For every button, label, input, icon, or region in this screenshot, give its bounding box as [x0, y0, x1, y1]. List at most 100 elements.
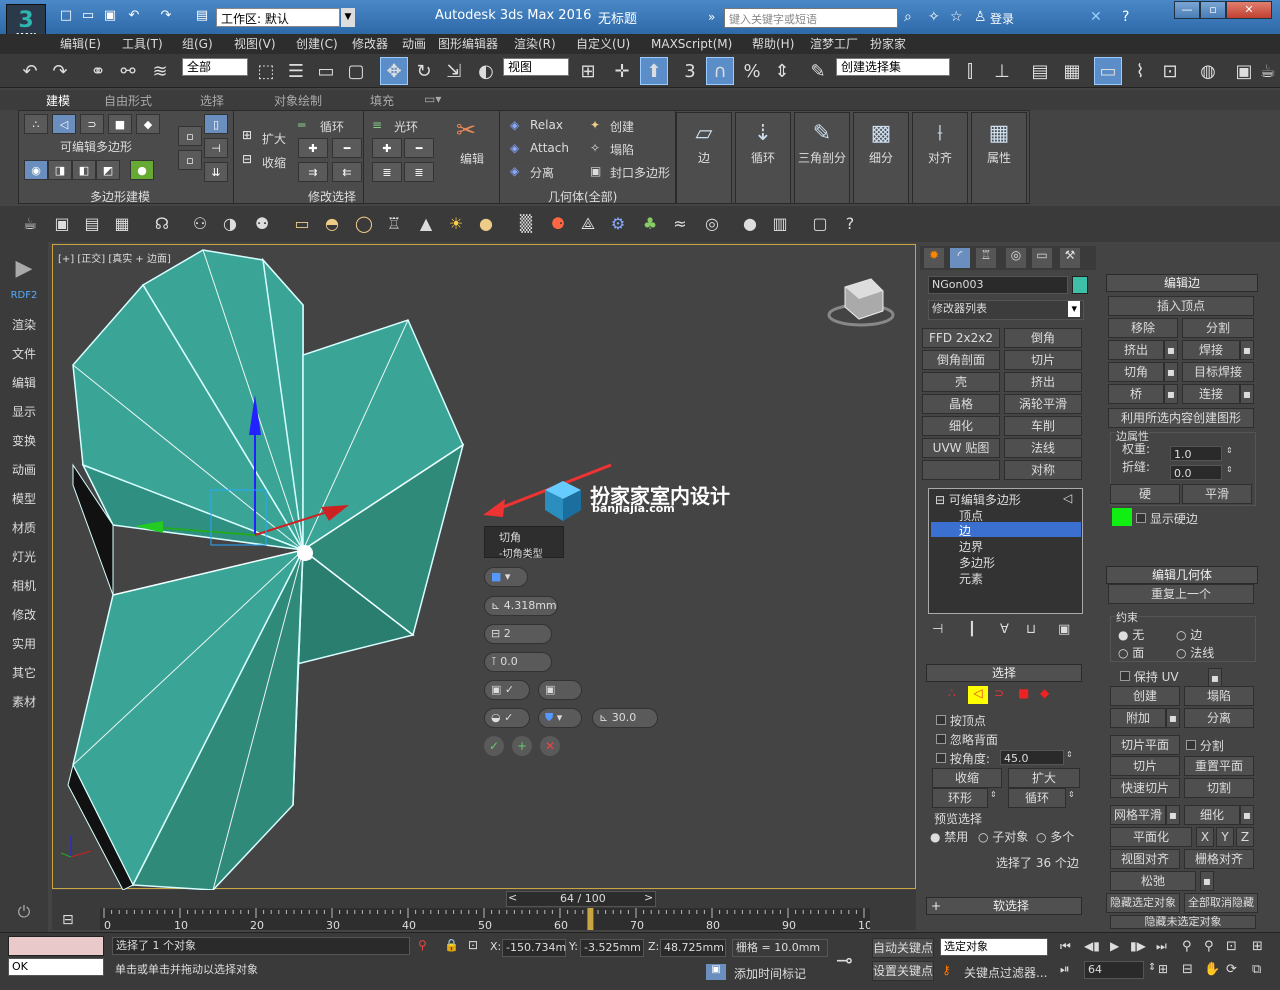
- planarize-z-button[interactable]: Z: [1236, 827, 1254, 847]
- bridge-settings-icon[interactable]: ▪: [1164, 384, 1178, 404]
- geometry-footer[interactable]: 几何体(全部): [548, 188, 617, 205]
- ring-icon[interactable]: ≡: [372, 118, 382, 132]
- time-config-icon[interactable]: ⊞: [1158, 962, 1168, 976]
- menu-item[interactable]: 动画: [402, 34, 426, 54]
- utilities-tab-icon[interactable]: ⚒: [1060, 248, 1080, 268]
- time-slider-prev-icon[interactable]: <: [508, 891, 517, 904]
- relax-settings-icon[interactable]: ▪: [1200, 871, 1214, 891]
- preserve-uv-settings-icon[interactable]: ▪: [1208, 668, 1222, 688]
- soft-selection-rollout-header[interactable]: + 软选择: [926, 897, 1082, 915]
- split-button[interactable]: 分割: [1182, 318, 1254, 338]
- slice-plane-button[interactable]: 切片平面: [1110, 735, 1180, 755]
- smooth-threshold-field[interactable]: ⊾ 30.0: [592, 708, 658, 728]
- make-unique-icon[interactable]: ∀: [1000, 622, 1009, 637]
- cancel-x-icon[interactable]: ✕: [540, 736, 560, 756]
- next-frame-icon[interactable]: ▮▶: [1130, 939, 1146, 953]
- cut-button[interactable]: 切割: [1184, 778, 1254, 798]
- constraint-normal-radio[interactable]: ○ 法线: [1176, 644, 1214, 661]
- make-unique-icon[interactable]: ◩: [96, 160, 120, 180]
- inset-toggle[interactable]: ◒ ✓: [484, 708, 530, 728]
- nav-item[interactable]: 动画: [0, 461, 48, 478]
- nav-item[interactable]: 编辑: [0, 374, 48, 391]
- ribbon-toggle-icon[interactable]: ▭: [1094, 57, 1122, 85]
- add-time-tag-button[interactable]: 添加时间标记: [734, 965, 806, 982]
- edge-sel-icon[interactable]: ◁: [968, 686, 988, 704]
- crease-input[interactable]: 0.0: [1170, 465, 1222, 480]
- grow-button[interactable]: 扩大: [1008, 768, 1080, 788]
- remove-modifier-icon[interactable]: ⊔: [1026, 622, 1036, 637]
- show-end-result-icon[interactable]: ┃: [968, 622, 976, 637]
- material-ball-icon[interactable]: ●: [738, 212, 762, 236]
- apply-plus-icon[interactable]: +: [512, 736, 532, 756]
- move-icon[interactable]: ✥: [380, 57, 408, 85]
- undo-icon[interactable]: ↶: [16, 57, 44, 85]
- detach-button[interactable]: 分离: [530, 164, 554, 181]
- dome-light-icon[interactable]: ◓: [320, 212, 344, 236]
- create-button[interactable]: 创建: [1110, 686, 1180, 706]
- user-icon[interactable]: ♙: [974, 9, 987, 25]
- chamfer-tension-field[interactable]: ⊺ 0.0: [484, 652, 552, 672]
- current-frame-marker[interactable]: [587, 908, 594, 930]
- subdivision-panel-button[interactable]: ▩ 细分: [853, 112, 909, 204]
- frame-spinner-icon[interactable]: ⇕: [1148, 962, 1156, 973]
- maximize-button[interactable]: ▫: [1200, 1, 1226, 19]
- loop-button[interactable]: 循环: [1008, 788, 1066, 808]
- poly-modeling-footer[interactable]: 多边形建模: [90, 188, 150, 205]
- view-align-button[interactable]: 视图对齐: [1110, 849, 1180, 869]
- loop-next-icon[interactable]: ⇇: [332, 162, 362, 182]
- key-mode-icon[interactable]: ⏯: [1060, 962, 1070, 977]
- planarize-button[interactable]: 平面化: [1110, 827, 1192, 847]
- nav-item[interactable]: 变换: [0, 432, 48, 449]
- edge-panel-button[interactable]: ▱ 边: [676, 112, 732, 204]
- maxscript-listener-pink[interactable]: [8, 936, 104, 956]
- relax-button[interactable]: Relax: [530, 118, 563, 132]
- frame-buffer-icon[interactable]: ▥: [768, 212, 792, 236]
- menu-item[interactable]: 创建(C): [296, 34, 338, 54]
- weld-button[interactable]: 焊接: [1182, 340, 1240, 360]
- remove-button[interactable]: 移除: [1108, 318, 1178, 338]
- zoom-icon[interactable]: ⚲: [1182, 939, 1192, 954]
- extrude-settings-icon[interactable]: ▪: [1164, 340, 1178, 360]
- collapse-button[interactable]: 塌陷: [610, 141, 634, 158]
- set-key-button[interactable]: 设置关键点: [872, 961, 934, 981]
- star-icon[interactable]: ☆: [950, 9, 963, 25]
- by-angle-checkbox[interactable]: 按角度:: [936, 750, 990, 767]
- modifier-button[interactable]: 法线: [1004, 438, 1082, 458]
- orbit-icon[interactable]: ⟳: [1226, 962, 1237, 977]
- maximize-viewport-icon[interactable]: ⧉: [1252, 962, 1261, 977]
- shrink-button[interactable]: 收缩: [932, 768, 1002, 788]
- hair-icon[interactable]: ≈: [668, 212, 692, 236]
- align-icon[interactable]: ⊥: [988, 57, 1016, 85]
- mesh-light-icon[interactable]: ●: [474, 212, 498, 236]
- z-coord-input[interactable]: 48.725mm: [660, 939, 726, 957]
- modify-selection-footer[interactable]: 修改选择: [308, 188, 356, 205]
- menu-item[interactable]: 视图(V): [234, 34, 276, 54]
- unhide-all-button[interactable]: 全部取消隐藏: [1184, 893, 1258, 913]
- connect-settings-icon[interactable]: ▪: [1240, 384, 1254, 404]
- time-tag-icon[interactable]: ▣: [706, 964, 726, 980]
- detach-icon[interactable]: ◈: [510, 164, 519, 178]
- sphere-icon[interactable]: ◯: [352, 212, 376, 236]
- modifier-list-dropdown[interactable]: 修改器列表 ▾: [928, 300, 1084, 320]
- mirror-icon[interactable]: ⫿: [956, 57, 984, 85]
- nav-rdf2[interactable]: RDF2: [0, 290, 48, 301]
- menu-item[interactable]: 渲梦工厂: [810, 34, 858, 54]
- maxscript-mini-listener[interactable]: OK: [8, 958, 104, 976]
- menu-item[interactable]: MAXScript(M): [651, 34, 732, 54]
- power-icon[interactable]: ⏻: [0, 902, 48, 922]
- goto-start-icon[interactable]: ⏮: [1060, 939, 1071, 954]
- nav-item[interactable]: 相机: [0, 577, 48, 594]
- bridge-button[interactable]: 桥: [1108, 384, 1164, 404]
- preview-subobject-radio[interactable]: ○ 子对象: [978, 828, 1028, 845]
- modifier-button[interactable]: 对称: [1004, 460, 1082, 480]
- ring-next-icon[interactable]: ≣: [404, 162, 434, 182]
- menu-item[interactable]: 自定义(U): [576, 34, 630, 54]
- align-panel-button[interactable]: ⟊ 对齐: [912, 112, 968, 204]
- chamfer-type-dropdown[interactable]: ■ ▾: [484, 567, 528, 587]
- modifier-button[interactable]: 车削: [1004, 416, 1082, 436]
- edit-edges-rollout-header[interactable]: 编辑边: [1106, 274, 1258, 292]
- toggle-shaded-icon[interactable]: ●: [130, 160, 154, 180]
- edit-named-sel-icon[interactable]: ✎: [804, 57, 832, 85]
- modifier-mode-icon[interactable]: ◉: [24, 160, 48, 180]
- plant-icon[interactable]: ♣: [638, 212, 662, 236]
